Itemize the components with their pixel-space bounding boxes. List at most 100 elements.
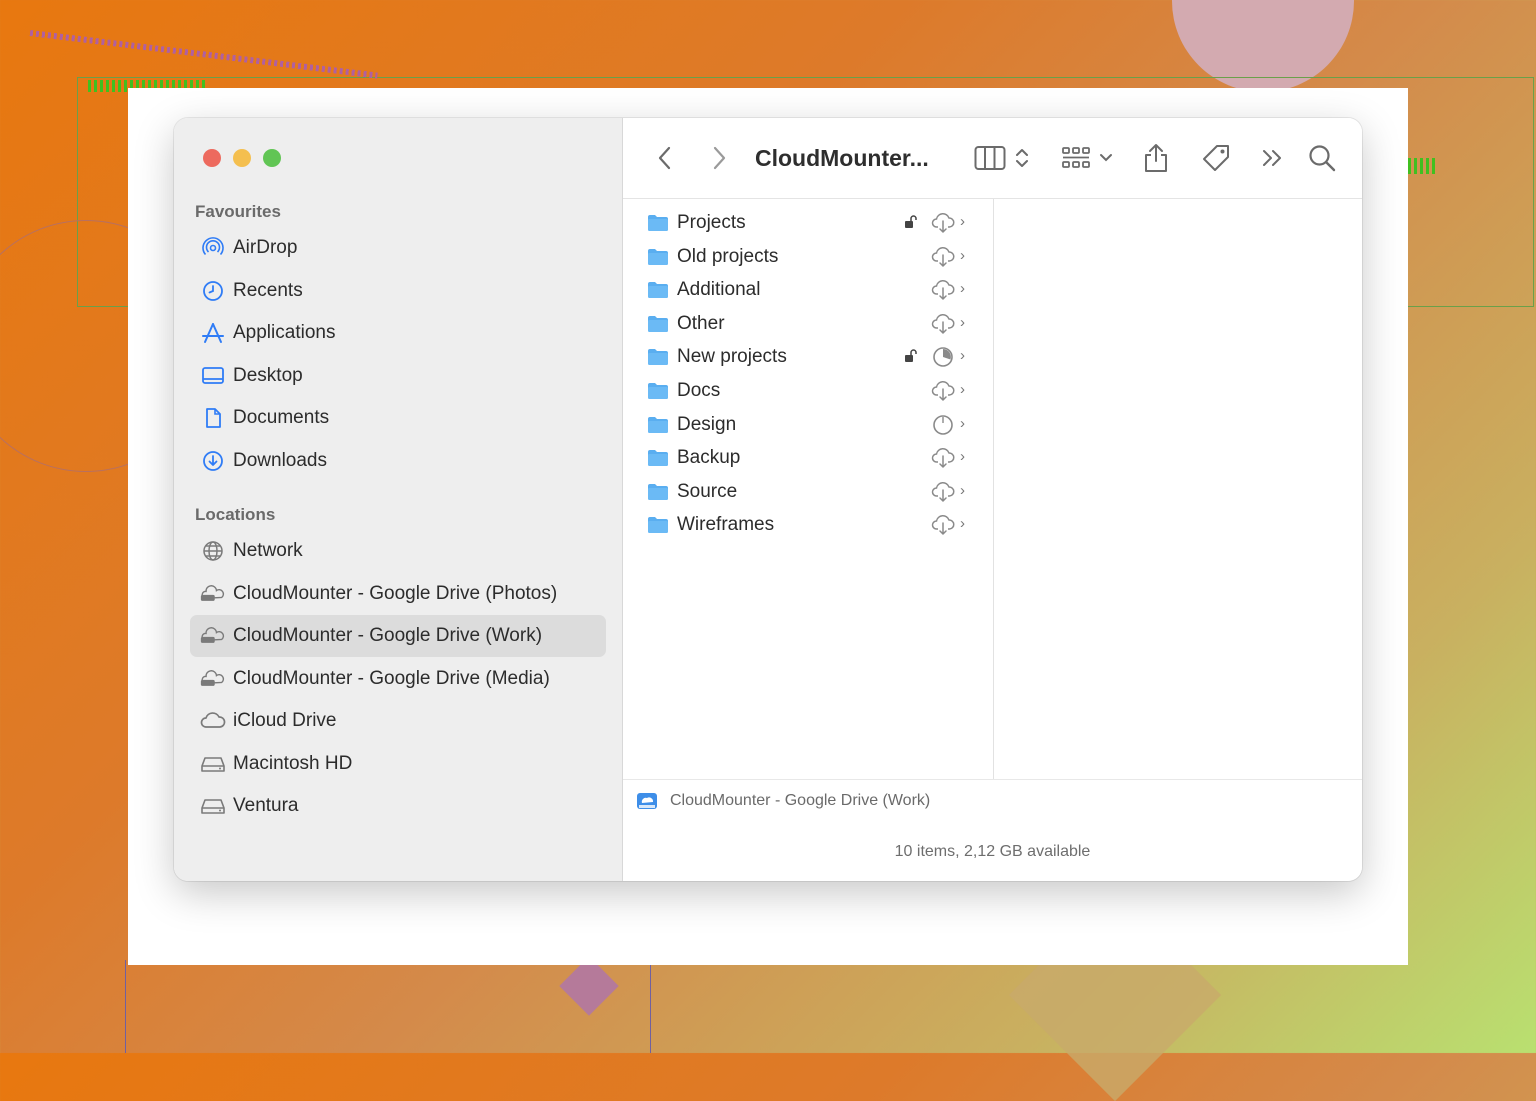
chevron-right-icon: › bbox=[960, 448, 965, 466]
background-diamond bbox=[559, 956, 619, 1016]
search-icon bbox=[1309, 145, 1336, 172]
cloud-download-icon[interactable] bbox=[931, 279, 955, 306]
folder-icon bbox=[648, 315, 668, 332]
sidebar-item[interactable]: Downloads bbox=[190, 440, 606, 482]
folder-icon bbox=[648, 450, 668, 467]
zoom-button[interactable] bbox=[263, 149, 281, 167]
progress-empty-icon[interactable] bbox=[931, 414, 955, 441]
finder-window: Favourites AirDrop Recents Applications Des… bbox=[174, 118, 1362, 881]
sidebar-item[interactable]: CloudMounter - Google Drive (Media) bbox=[190, 658, 606, 700]
sidebar-item-label: AirDrop bbox=[233, 237, 298, 258]
folder-icon bbox=[648, 248, 668, 265]
sidebar-item[interactable]: Ventura bbox=[190, 785, 606, 827]
cloud-drive-icon bbox=[200, 668, 226, 690]
folder-row[interactable]: New projects › bbox=[623, 340, 993, 374]
more-button[interactable] bbox=[1259, 140, 1287, 176]
folder-name: New projects bbox=[677, 346, 787, 368]
close-button[interactable] bbox=[203, 149, 221, 167]
back-button[interactable] bbox=[653, 140, 677, 176]
folder-row[interactable]: Other › bbox=[623, 307, 993, 341]
sidebar-item[interactable]: Recents bbox=[190, 270, 606, 312]
cloud-icon bbox=[200, 710, 226, 732]
sidebar-item[interactable]: iCloud Drive bbox=[190, 700, 606, 742]
cloud-drive-icon bbox=[200, 625, 226, 647]
cloud-download-icon[interactable] bbox=[931, 481, 955, 508]
sidebar: Favourites AirDrop Recents Applications Des… bbox=[174, 118, 623, 881]
path-label[interactable]: CloudMounter - Google Drive (Work) bbox=[670, 792, 930, 810]
share-button[interactable] bbox=[1141, 140, 1171, 176]
folder-row[interactable]: Source › bbox=[623, 475, 993, 509]
cloud-download-icon[interactable] bbox=[931, 514, 955, 541]
sidebar-item-label: CloudMounter - Google Drive (Photos) bbox=[233, 582, 558, 604]
sidebar-item-label: CloudMounter - Google Drive (Work) bbox=[233, 625, 543, 646]
forward-button[interactable] bbox=[707, 140, 731, 176]
sidebar-item[interactable]: Applications bbox=[190, 312, 606, 354]
sidebar-item[interactable]: CloudMounter - Google Drive (Photos) bbox=[190, 573, 606, 615]
window-controls bbox=[203, 149, 281, 167]
folder-row[interactable]: Wireframes › bbox=[623, 508, 993, 542]
applications-icon bbox=[200, 322, 226, 344]
sidebar-item-label: Recents bbox=[233, 279, 303, 301]
folder-name: Design bbox=[677, 413, 737, 435]
toolbar: CloudMounter... bbox=[623, 118, 1362, 199]
sidebar-item-label: CloudMounter - Google Drive (Media) bbox=[233, 667, 550, 689]
background-bars bbox=[1408, 158, 1436, 174]
folder-icon bbox=[648, 416, 668, 433]
group-button[interactable] bbox=[1059, 140, 1115, 176]
folder-icon bbox=[648, 282, 668, 299]
sidebar-item-label: iCloud Drive bbox=[233, 710, 337, 731]
document-icon bbox=[200, 407, 226, 429]
sidebar-item-label: Desktop bbox=[233, 364, 303, 386]
tag-button[interactable] bbox=[1199, 140, 1233, 176]
background-line bbox=[650, 960, 651, 1053]
folder-name: Source bbox=[677, 480, 738, 502]
progress-icon[interactable] bbox=[931, 346, 955, 373]
chevron-left-icon bbox=[658, 146, 671, 170]
cloud-drive-icon bbox=[200, 583, 226, 605]
chevron-right-icon: › bbox=[960, 246, 965, 264]
cloud-download-icon[interactable] bbox=[931, 313, 955, 340]
sidebar-item[interactable]: Network bbox=[190, 530, 606, 572]
search-button[interactable] bbox=[1307, 140, 1337, 176]
chevron-down-icon bbox=[1100, 154, 1112, 162]
sidebar-item[interactable]: CloudMounter - Google Drive (Work) bbox=[190, 615, 606, 657]
chevron-right-icon: › bbox=[960, 481, 965, 499]
view-mode-button[interactable] bbox=[971, 140, 1033, 176]
minimize-button[interactable] bbox=[233, 149, 251, 167]
folder-row[interactable]: Backup › bbox=[623, 441, 993, 475]
favourites-heading: Favourites bbox=[195, 202, 281, 221]
clock-icon bbox=[200, 280, 226, 302]
folder-name: Additional bbox=[677, 279, 761, 301]
cloud-download-icon[interactable] bbox=[931, 447, 955, 474]
sidebar-item[interactable]: AirDrop bbox=[190, 227, 606, 269]
chevron-right-icon: › bbox=[960, 213, 965, 230]
folder-icon bbox=[648, 215, 668, 231]
sidebar-item-label: Downloads bbox=[233, 449, 327, 471]
folder-row[interactable]: Projects › bbox=[623, 206, 993, 240]
chevron-right-icon: › bbox=[960, 313, 965, 331]
chevron-right-icon: › bbox=[960, 347, 965, 365]
chevron-right-icon: › bbox=[960, 414, 965, 432]
folder-row[interactable]: Additional › bbox=[623, 273, 993, 307]
sidebar-item[interactable]: Desktop bbox=[190, 355, 606, 397]
cloud-download-icon[interactable] bbox=[931, 246, 955, 273]
folder-row[interactable]: Docs › bbox=[623, 374, 993, 408]
background-line bbox=[125, 960, 126, 1053]
folder-row[interactable]: Old projects › bbox=[623, 240, 993, 274]
cloud-download-icon[interactable] bbox=[931, 380, 955, 407]
sidebar-item[interactable]: Macintosh HD bbox=[190, 743, 606, 785]
disk-icon bbox=[200, 795, 226, 817]
disk-icon bbox=[200, 753, 226, 775]
cloud-download-icon[interactable] bbox=[931, 212, 955, 239]
folder-name: Docs bbox=[677, 380, 721, 401]
airdrop-icon bbox=[200, 237, 226, 259]
sidebar-item[interactable]: Documents bbox=[190, 397, 606, 439]
chevron-right-icon bbox=[713, 146, 726, 170]
grid-icon bbox=[1062, 147, 1090, 168]
folder-name: Projects bbox=[677, 212, 746, 233]
sidebar-item-label: Network bbox=[233, 540, 303, 561]
folder-row[interactable]: Design › bbox=[623, 408, 993, 442]
folder-icon bbox=[648, 517, 668, 534]
folder-icon bbox=[648, 483, 668, 500]
background-dashes bbox=[29, 30, 378, 79]
